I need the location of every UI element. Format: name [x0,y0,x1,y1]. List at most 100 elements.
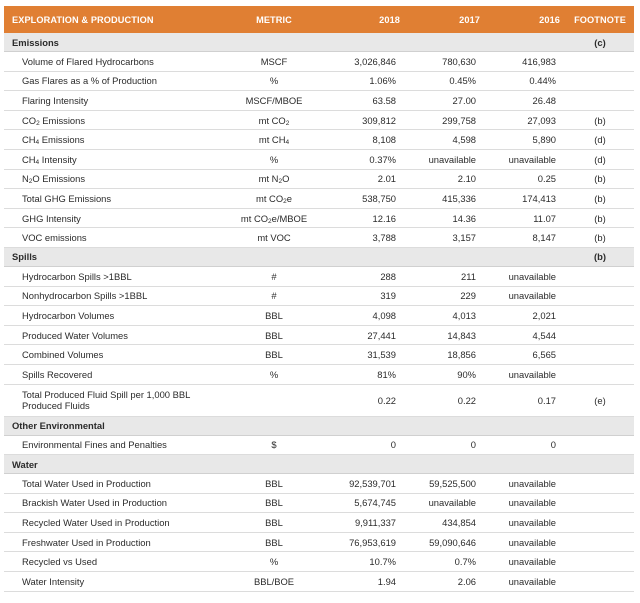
row-footnote [566,435,634,456]
row-metric: $ [222,435,326,456]
section-title: Spills [4,247,566,267]
value-2016: 6,565 [486,344,566,365]
value-2018: 8,108 [326,129,406,150]
table-row: Hydrocarbon Spills >1BBL #288 211 unavailab… [4,266,634,287]
table-row: Hydrocarbon Volumes BBL 4,098 4,013 2,021 [4,305,634,326]
table-row: Environmental Fines and Penalties $0 0 0 [4,435,634,456]
value-2017: 18,856 [406,344,486,365]
value-2017: 59,090,646 [406,532,486,553]
value-2017: 4,013 [406,305,486,326]
row-label: Produced Water Volumes [4,325,222,346]
row-footnote [566,551,634,573]
row-metric: MSCF [222,51,326,72]
row-metric: BBL [222,493,326,514]
table-row: Gas Flares as a % of Production% 1.06% 0.4… [4,71,634,92]
header-year-2016: 2016 [486,6,566,33]
value-2017: 90% [406,364,486,385]
value-2018: 4,098 [326,305,406,326]
section-title: Emissions [4,33,566,52]
section-row-spills: Spills (b) [4,247,634,267]
sustainability-data-sheet: EXPLORATION & PRODUCTION METRIC 2018 201… [4,6,634,592]
section-footnote [566,416,634,436]
value-2017: 299,758 [406,110,486,131]
value-2018: 1.94 [326,571,406,592]
row-metric: BBL [222,512,326,533]
table-row: Freshwater Used in Production BBL 76,953,6… [4,532,634,553]
value-2017: 59,525,500 [406,473,486,494]
row-label: Hydrocarbon Volumes [4,305,222,326]
table-row: VOC emissions mt VOC 3,788 3,157 8,147 (b) [4,227,634,248]
value-2016: 174,413 [486,188,566,209]
section-title: Other Environmental [4,416,566,436]
value-2018: 92,539,701 [326,473,406,494]
table-row: Nonhydrocarbon Spills >1BBL #319 229 unavai… [4,286,634,307]
header-year-2017: 2017 [406,6,486,33]
table-header-row: EXPLORATION & PRODUCTION METRIC 2018 201… [4,6,634,33]
value-2018: 538,750 [326,188,406,209]
value-2018: 12.16 [326,208,406,229]
section-row-water: Water [4,454,634,475]
row-label: Environmental Fines and Penalties [4,435,222,456]
value-2018: 27,441 [326,325,406,346]
value-2016: unavailable [486,532,566,553]
value-2016: 4,544 [486,325,566,346]
value-2017: 14.36 [406,208,486,229]
row-label: VOC emissions [4,227,222,248]
row-metric: BBL [222,532,326,553]
exploration-production-table: EXPLORATION & PRODUCTION METRIC 2018 201… [4,6,634,592]
row-footnote: (b) [566,208,634,229]
section-footnote [566,454,634,475]
value-2016: 0.25 [486,169,566,190]
table-row: Brackish Water Used in Production BBL 5,67… [4,493,634,514]
value-2016: unavailable [486,493,566,514]
value-2016: unavailable [486,286,566,307]
table-row: CH4 Intensity% 0.37% unavailable unavailabl… [4,149,634,170]
row-footnote [566,512,634,533]
value-2017: 4,598 [406,129,486,150]
value-2017: 434,854 [406,512,486,533]
value-2016: 11.07 [486,208,566,229]
section-footnote: (b) [566,247,634,267]
value-2016: 26.48 [486,90,566,111]
value-2016: 0 [486,435,566,456]
value-2018: 309,812 [326,110,406,131]
value-2018: 2.01 [326,169,406,190]
row-label: Total GHG Emissions [4,188,222,209]
row-label: CH4 Intensity [4,149,222,170]
table-body: Emissions (c) Volume of Flared Hydrocarbon… [4,33,634,592]
value-2017: 2.06 [406,571,486,592]
value-2016: unavailable [486,364,566,385]
value-2017: unavailable [406,149,486,170]
value-2018: 0 [326,435,406,456]
row-metric: BBL [222,305,326,326]
value-2017: 0 [406,435,486,456]
value-2018: 3,026,846 [326,51,406,72]
row-label: Nonhydrocarbon Spills >1BBL [4,286,222,307]
table-row: Water Intensity BBL/BOE 1.94 2.06 unavailabl… [4,571,634,592]
row-metric: mt CH4 [222,129,326,150]
row-footnote [566,90,634,111]
row-footnote [566,473,634,494]
value-2018: 63.58 [326,90,406,111]
value-2016: unavailable [486,149,566,170]
row-metric: BBL [222,325,326,346]
row-label: Total Produced Fluid Spill per 1,000 BBL… [4,384,222,417]
table-row: Total Produced Fluid Spill per 1,000 BBL… [4,384,634,417]
header-year-2018: 2018 [326,6,406,33]
row-label: Water Intensity [4,571,222,592]
value-2018: 0.37% [326,149,406,170]
value-2017: 2.10 [406,169,486,190]
row-footnote [566,286,634,307]
row-label: Recycled vs Used [4,551,222,573]
value-2016: 2,021 [486,305,566,326]
row-footnote [566,305,634,326]
table-row: Total Water Used in Production BBL 92,539,… [4,473,634,494]
row-metric: mt N2O [222,169,326,190]
row-metric: mt VOC [222,227,326,248]
row-metric: mt CO2e [222,188,326,209]
value-2018: 9,911,337 [326,512,406,533]
row-label: CH4 Emissions [4,129,222,150]
table-row: Volume of Flared Hydrocarbons MSCF 3,026,8… [4,51,634,72]
header-segment: EXPLORATION & PRODUCTION [4,6,222,33]
row-metric: % [222,149,326,170]
